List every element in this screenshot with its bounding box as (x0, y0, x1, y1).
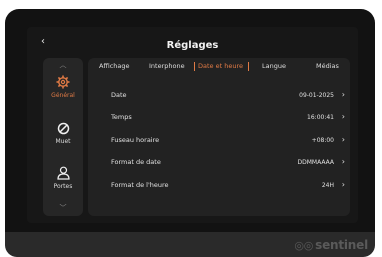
settings-panel: Affichage Interphone Date et heure Langu… (88, 58, 350, 216)
chevron-right-icon: › (341, 90, 345, 99)
setting-label: Format de date (111, 158, 161, 166)
setting-label: Date (111, 91, 127, 99)
sidebar-item-label: Général (51, 92, 75, 99)
tab-intercom[interactable]: Interphone (149, 62, 185, 70)
brand-logo: ◎◎ sentinel (294, 238, 368, 252)
setting-value: 09-01-2025 (299, 92, 334, 99)
tab-display[interactable]: Affichage (99, 62, 130, 70)
setting-label: Fuseau horaire (111, 136, 160, 144)
chevron-right-icon: › (341, 157, 345, 166)
setting-row-time-format[interactable]: Format de l'heure 24H › (88, 179, 350, 193)
sidebar-item-mute[interactable]: Muet (43, 122, 83, 145)
page-title: Réglages (166, 40, 219, 51)
sidebar-item-label: Portes (53, 183, 73, 190)
screen: ‹ Réglages ︿ Général Muet Portes ﹀ Affic… (27, 27, 358, 223)
sidebar-item-doors[interactable]: Portes (43, 166, 83, 190)
scroll-up-button[interactable]: ︿ (43, 60, 83, 70)
chevron-right-icon: › (341, 135, 345, 144)
user-icon (56, 166, 70, 180)
mute-icon (57, 122, 69, 135)
tab-bar: Affichage Interphone Date et heure Langu… (88, 58, 350, 75)
sidebar: ︿ Général Muet Portes ﹀ (43, 58, 83, 216)
tab-language[interactable]: Langue (262, 62, 286, 70)
tab-divider (194, 62, 195, 71)
chevron-right-icon: › (341, 180, 345, 189)
setting-value: 24H (321, 182, 334, 189)
setting-row-timezone[interactable]: Fuseau horaire +08:00 › (88, 134, 350, 148)
setting-row-time[interactable]: Temps 16:00:41 › (88, 111, 350, 125)
setting-label: Temps (111, 113, 132, 121)
setting-row-date-format[interactable]: Format de date DDMMAAAA › (88, 156, 350, 170)
tab-divider (248, 62, 249, 71)
setting-label: Format de l'heure (111, 181, 169, 189)
tab-date-time[interactable]: Date et heure (198, 62, 243, 70)
setting-value: 16:00:41 (307, 114, 334, 121)
chevron-right-icon: › (341, 112, 345, 121)
gear-icon (56, 75, 70, 89)
setting-value: DDMMAAAA (297, 159, 334, 166)
setting-value: +08:00 (311, 137, 334, 144)
sidebar-item-label: Muet (55, 138, 71, 145)
scroll-down-button[interactable]: ﹀ (43, 203, 83, 213)
brand-mark-icon: ◎◎ (294, 239, 314, 252)
tab-media[interactable]: Médias (316, 62, 339, 70)
setting-row-date[interactable]: Date 09-01-2025 › (88, 89, 350, 103)
sidebar-item-general[interactable]: Général (43, 75, 83, 99)
